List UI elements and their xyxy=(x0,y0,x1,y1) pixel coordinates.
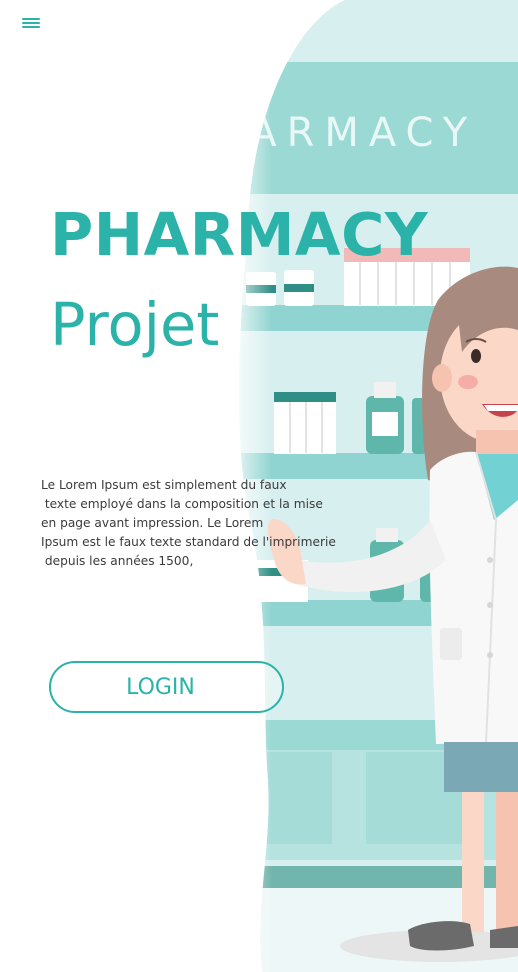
description-line: texte employé dans la composition et la … xyxy=(41,497,323,511)
page-subtitle: Projet xyxy=(50,290,220,359)
landing-page: PHARMACY Projet Le Lorem Ipsum est simpl… xyxy=(0,0,518,972)
menu-icon-bar-top xyxy=(22,18,40,20)
hero-description: Le Lorem Ipsum est simplement du faux te… xyxy=(41,476,341,571)
description-line: Le Lorem Ipsum est simplement du faux xyxy=(41,478,287,492)
page-title: PHARMACY xyxy=(50,200,429,269)
hamburger-menu-icon[interactable] xyxy=(20,13,44,33)
login-button[interactable]: LOGIN xyxy=(49,661,284,713)
description-line: depuis les années 1500, xyxy=(41,554,194,568)
menu-icon-bar-bottom xyxy=(22,26,40,28)
menu-icon-bar-middle xyxy=(22,22,40,24)
description-line: Ipsum est le faux texte standard de l'im… xyxy=(41,535,336,549)
description-line: en page avant impression. Le Lorem xyxy=(41,516,264,530)
